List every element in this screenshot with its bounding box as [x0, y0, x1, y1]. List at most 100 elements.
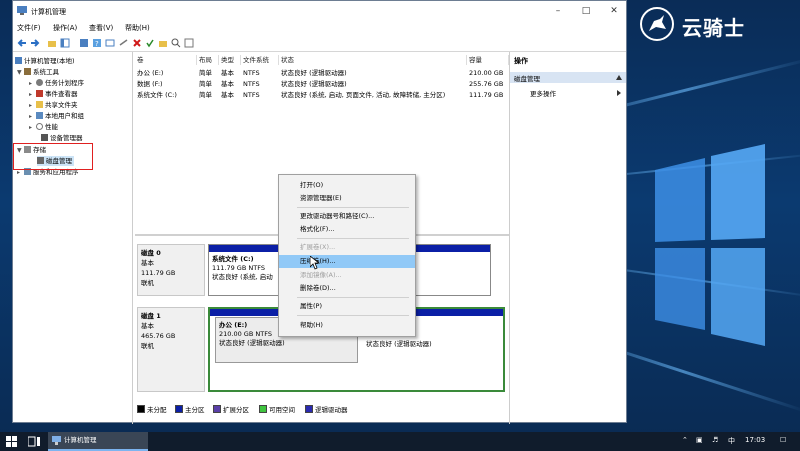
volume-status: 状态良好 (逻辑驱动器) — [281, 69, 347, 77]
legend-item: 逻辑驱动器 — [305, 404, 348, 414]
volume-fs: NTFS — [243, 69, 260, 77]
event-log-icon — [36, 90, 43, 97]
tree-shared-folders[interactable]: ▸ 共享文件夹 — [29, 100, 78, 110]
chevron-up-icon[interactable]: ⌃ — [682, 436, 688, 444]
users-icon — [36, 112, 43, 119]
view-icon[interactable] — [105, 38, 115, 48]
column-header[interactable]: 文件系统 — [241, 55, 279, 65]
actions-section-header[interactable]: 磁盘管理 — [510, 72, 626, 83]
start-button-icon[interactable] — [6, 436, 17, 447]
column-header[interactable]: 容量 — [467, 55, 509, 65]
chevron-down-icon[interactable]: ▼ — [17, 68, 24, 78]
legend-item: 主分区 — [175, 404, 205, 414]
ime-indicator[interactable]: 中 — [728, 436, 735, 446]
menu-item-delete[interactable]: 删除卷(D)... — [279, 282, 415, 295]
partition-status: 状态良好 (逻辑驱动器) — [366, 340, 432, 348]
menu-item-format[interactable]: 格式化(F)... — [279, 223, 415, 236]
taskbar-label: 计算机管理 — [64, 436, 97, 444]
console-tree-icon[interactable] — [60, 38, 70, 48]
tree-performance[interactable]: ▸ 性能 — [29, 122, 58, 132]
performance-icon — [36, 123, 43, 130]
chevron-right-icon[interactable]: ▸ — [29, 101, 36, 111]
table-row[interactable]: 数据 (F:) 简单 基本 NTFS 状态良好 (逻辑驱动器) 255.76 G… — [135, 79, 509, 89]
table-row[interactable]: 办公 (E:) 简单 基本 NTFS 状态良好 (逻辑驱动器) 210.00 G… — [135, 68, 509, 78]
volume-icon[interactable]: ♬ — [712, 436, 718, 444]
search-icon[interactable] — [171, 38, 181, 48]
properties-icon[interactable] — [79, 38, 89, 48]
chevron-right-icon[interactable]: ▸ — [29, 79, 36, 89]
chevron-right-icon[interactable]: ▸ — [29, 123, 36, 133]
notification-icon[interactable]: ☐ — [780, 436, 786, 444]
computer-management-icon — [52, 436, 61, 445]
list-view-icon[interactable] — [184, 38, 194, 48]
chevron-right-icon[interactable]: ▸ — [29, 112, 36, 122]
chevron-right-icon[interactable]: ▸ — [29, 90, 36, 100]
folder-up-icon[interactable] — [47, 38, 57, 48]
menu-separator — [297, 315, 409, 316]
disk-0-label[interactable]: 磁盘 0 基本 111.79 GB 联机 — [137, 244, 205, 296]
tree-local-users[interactable]: ▸ 本地用户和组 — [29, 111, 84, 121]
tree-root[interactable]: 计算机管理(本地) — [15, 56, 75, 66]
network-icon[interactable]: ▣ — [696, 436, 703, 444]
help-icon[interactable]: ? — [92, 38, 102, 48]
menu-action[interactable]: 操作(A) — [53, 23, 77, 33]
tree-event-viewer[interactable]: ▸ 事件查看器 — [29, 89, 78, 99]
volume-type: 基本 — [221, 91, 234, 99]
console-tree: 计算机管理(本地) ▼ 系统工具 ▸ 任务计划程序 ▸ 事件查看器 ▸ 共享文件夹 ▸ 本… — [13, 52, 133, 424]
computer-management-icon — [17, 6, 27, 15]
open-icon[interactable] — [158, 38, 168, 48]
table-row[interactable]: 系统文件 (C:) 简单 基本 NTFS 状态良好 (系统, 启动, 页面文件,… — [135, 90, 509, 100]
menu-item-change-letter[interactable]: 更改驱动器号和路径(C)... — [279, 210, 415, 223]
legend-swatch — [213, 405, 221, 413]
disk-legend: 未分配 主分区 扩展分区 可用空间 逻辑驱动器 — [135, 401, 509, 415]
brand-watermark: 云骑士 — [640, 6, 800, 46]
clock[interactable]: 17:03 — [745, 436, 765, 444]
volume-layout: 简单 — [199, 80, 212, 88]
menu-file[interactable]: 文件(F) — [17, 23, 41, 33]
menu-item-explore[interactable]: 资源管理器(E) — [279, 192, 415, 205]
back-arrow-icon[interactable] — [17, 38, 27, 48]
menu-item-properties[interactable]: 属性(P) — [279, 300, 415, 313]
minimize-button[interactable]: – — [544, 1, 572, 21]
task-view-icon[interactable] — [28, 436, 40, 447]
tools-icon — [24, 68, 31, 75]
close-button[interactable]: ✕ — [600, 1, 628, 21]
knight-logo-icon — [640, 7, 674, 41]
disk-state: 联机 — [141, 279, 154, 287]
device-icon — [41, 134, 48, 141]
actions-title: 操作 — [514, 57, 528, 65]
actions-section-label: 磁盘管理 — [514, 75, 540, 83]
tree-system-tools[interactable]: ▼ 系统工具 — [17, 67, 59, 77]
volume-type: 基本 — [221, 80, 234, 88]
folder-icon — [36, 101, 43, 108]
menu-item-open[interactable]: 打开(O) — [279, 179, 415, 192]
partition-info: 210.00 GB NTFS — [219, 330, 272, 338]
column-header[interactable]: 卷 — [135, 55, 197, 65]
forward-arrow-icon[interactable] — [30, 38, 40, 48]
maximize-button[interactable]: □ — [572, 1, 600, 21]
toolbar: ? — [13, 35, 626, 52]
tree-task-scheduler[interactable]: ▸ 任务计划程序 — [29, 78, 84, 88]
menu-view[interactable]: 查看(V) — [89, 23, 113, 33]
column-header[interactable]: 布局 — [197, 55, 219, 65]
menu-help[interactable]: 帮助(H) — [125, 23, 150, 33]
check-icon[interactable] — [145, 38, 155, 48]
more-actions[interactable]: 更多操作 — [530, 88, 556, 98]
disk-1-label[interactable]: 磁盘 1 基本 465.76 GB 联机 — [137, 307, 205, 392]
collapse-icon[interactable] — [616, 75, 622, 80]
menu-item-help[interactable]: 帮助(H) — [279, 319, 415, 332]
delete-icon[interactable] — [132, 38, 142, 48]
volume-status: 状态良好 (系统, 启动, 页面文件, 活动, 故障转储, 主分区) — [281, 91, 446, 99]
connect-icon[interactable] — [119, 38, 129, 48]
partition-status: 状态良好 (逻辑驱动器) — [219, 339, 285, 347]
window-title: 计算机管理 — [31, 8, 66, 16]
taskbar-computer-management[interactable]: 计算机管理 — [48, 432, 148, 451]
column-header[interactable]: 类型 — [219, 55, 241, 65]
column-header[interactable]: 状态 — [279, 55, 467, 65]
title-bar[interactable]: 计算机管理 – □ ✕ — [13, 1, 626, 21]
windows-logo — [655, 144, 765, 346]
menu-item-shrink[interactable]: 压缩卷(H)... — [279, 255, 415, 268]
tree-device-manager[interactable]: 设备管理器 — [41, 133, 83, 143]
legend-item: 可用空间 — [259, 404, 295, 414]
menu-item-extend: 扩展卷(X)... — [300, 243, 336, 251]
